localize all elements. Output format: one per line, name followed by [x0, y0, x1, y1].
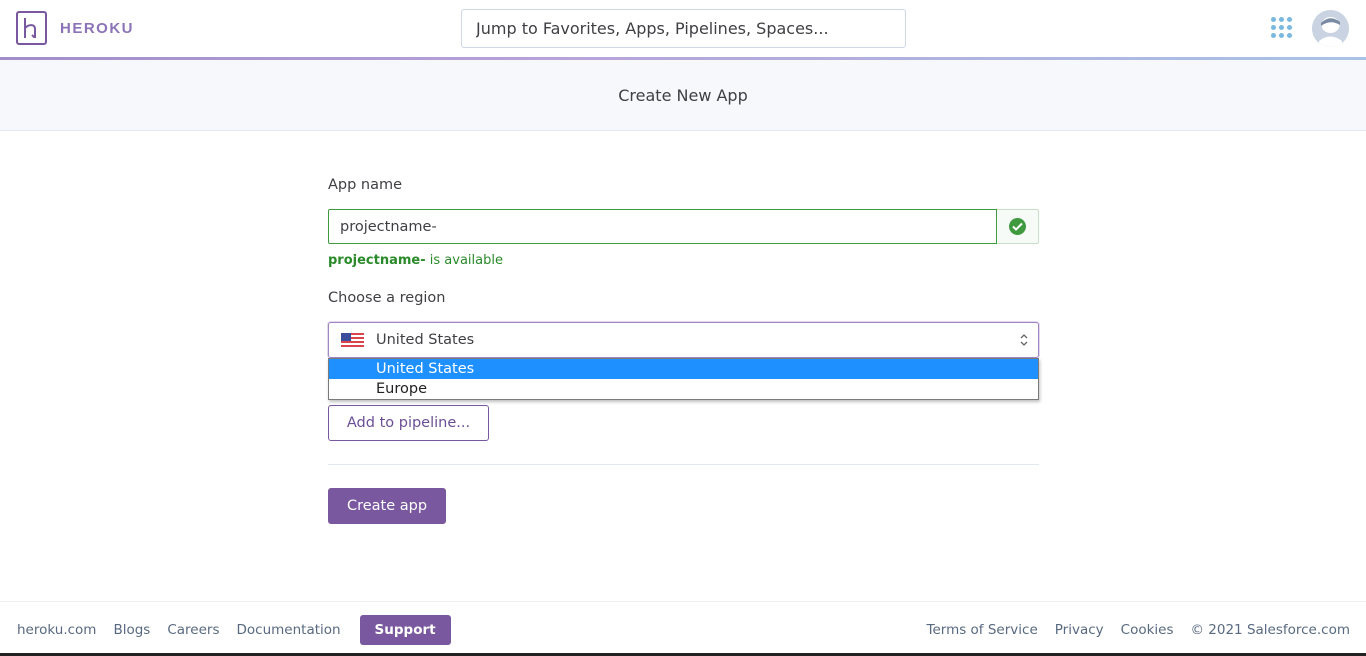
footer-left-links: heroku.com Blogs Careers Documentation S…	[17, 615, 451, 645]
chevron-updown-icon	[1020, 334, 1028, 346]
form-divider	[328, 464, 1039, 465]
region-option-united-states[interactable]: United States	[329, 359, 1038, 379]
availability-text: is available	[425, 253, 503, 268]
validation-status	[997, 209, 1039, 244]
footer-right-links: Terms of Service Privacy Cookies © 2021 …	[927, 615, 1351, 645]
checkmark-icon	[1009, 218, 1026, 235]
region-label: Choose a region	[328, 290, 446, 306]
grid-icon[interactable]	[1271, 17, 1293, 39]
add-to-pipeline-button[interactable]: Add to pipeline...	[328, 405, 489, 441]
available-app-name: projectname-	[328, 253, 426, 268]
app-name-label: App name	[328, 177, 403, 193]
copyright-text: © 2021 Salesforce.com	[1190, 622, 1351, 638]
support-button[interactable]: Support	[359, 615, 451, 645]
region-dropdown-list: United States Europe	[328, 358, 1039, 400]
logo-text: HEROKU	[60, 19, 135, 37]
app-name-input[interactable]	[328, 209, 997, 244]
app-name-field-group	[328, 209, 1039, 244]
user-avatar[interactable]	[1312, 10, 1349, 47]
footer-link-careers[interactable]: Careers	[167, 615, 219, 645]
region-option-europe[interactable]: Europe	[329, 379, 1038, 399]
footer-link-privacy[interactable]: Privacy	[1055, 615, 1104, 645]
heroku-logo[interactable]: HEROKU	[16, 11, 134, 45]
top-navbar: HEROKU	[0, 0, 1366, 57]
footer-link-blogs[interactable]: Blogs	[113, 615, 150, 645]
us-flag-icon	[341, 332, 364, 348]
heroku-logo-icon	[16, 11, 47, 45]
footer-link-terms[interactable]: Terms of Service	[927, 615, 1038, 645]
footer-link-heroku[interactable]: heroku.com	[17, 615, 96, 645]
page-header: Create New App	[0, 60, 1366, 131]
region-select[interactable]: United States	[328, 322, 1039, 358]
region-selected-value: United States	[376, 332, 475, 348]
footer-link-cookies[interactable]: Cookies	[1121, 615, 1174, 645]
page-title: Create New App	[618, 85, 748, 105]
search-input[interactable]	[461, 9, 906, 48]
footer: heroku.com Blogs Careers Documentation S…	[0, 601, 1366, 656]
create-app-button[interactable]: Create app	[328, 488, 446, 524]
availability-message: projectname- is available	[328, 253, 503, 268]
footer-link-documentation[interactable]: Documentation	[237, 615, 341, 645]
